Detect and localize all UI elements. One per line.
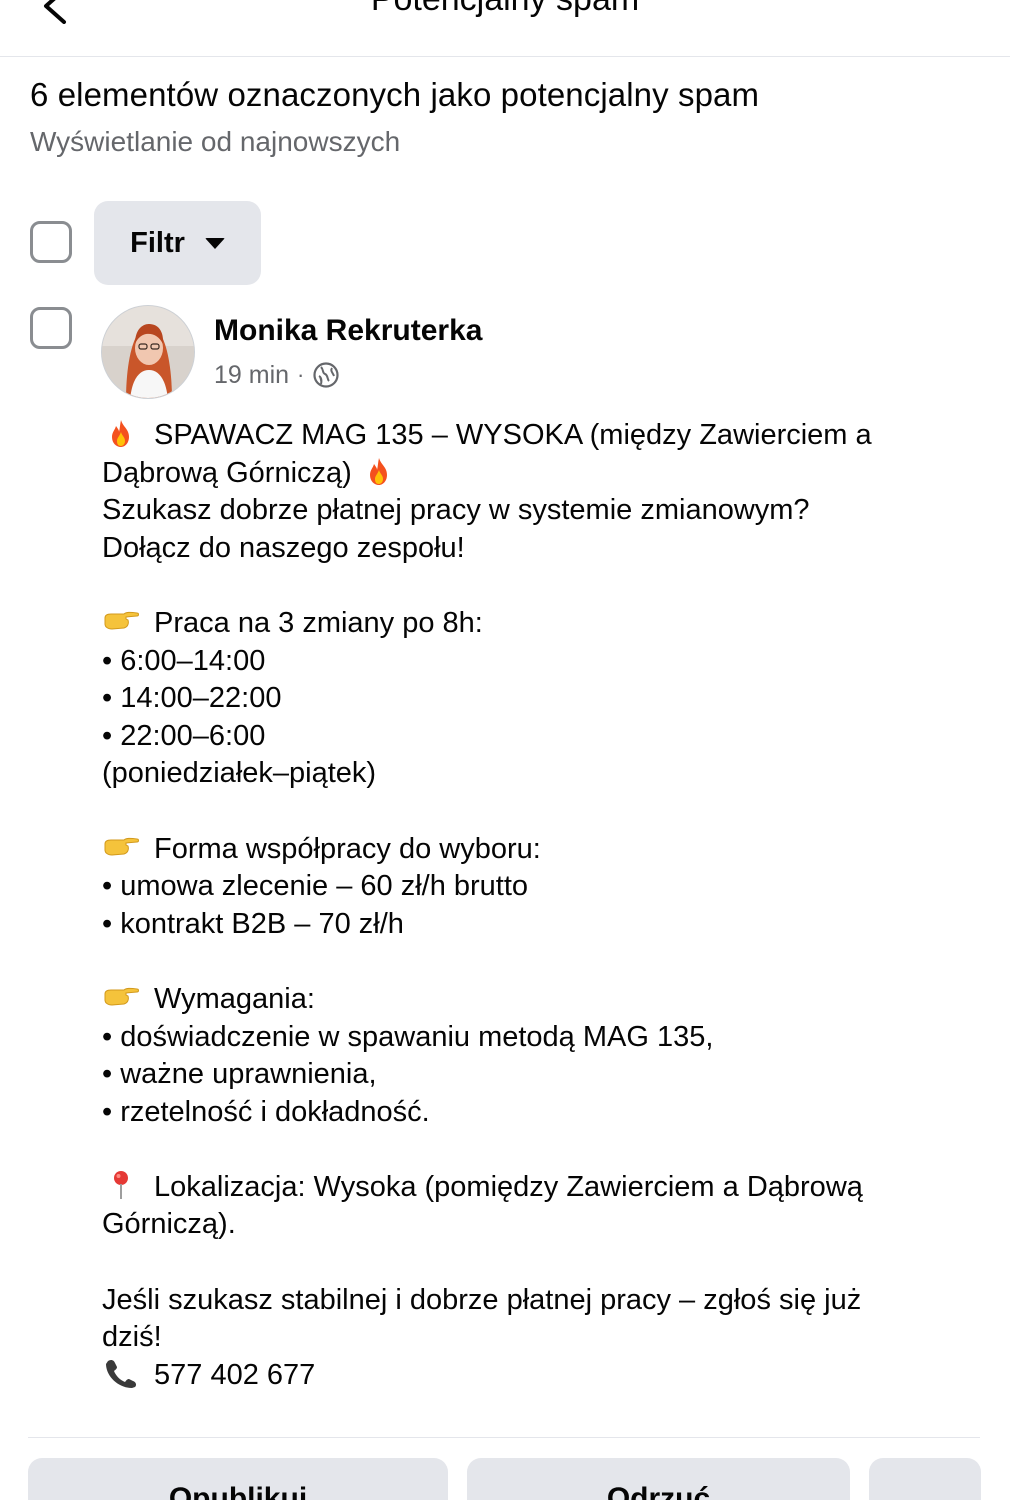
page-title: 6 elementów oznaczonych jako potencjalny… — [30, 76, 760, 113]
post-line-text: SPAWACZ MAG 135 – WYSOKA (między Zawierc… — [154, 419, 872, 451]
avatar[interactable] — [101, 305, 195, 399]
post-line: Górniczą). — [102, 1206, 962, 1244]
post-line-text: 577 402 677 — [154, 1358, 316, 1391]
post-line-text: (poniedziałek–piątek) — [102, 757, 377, 790]
phone-emoji-icon — [102, 1358, 140, 1388]
spam-review-page: Potencjalny spam 6 elementów oznaczonych… — [0, 0, 1010, 1500]
post-time[interactable]: 19 min — [214, 361, 289, 390]
meta-separator: · — [297, 362, 305, 387]
post-select-checkbox[interactable] — [30, 307, 72, 349]
post-line-text: Dołącz do naszego zespołu! — [102, 531, 465, 564]
post-line: Jeśli szukasz stabilnej i dobrze płatnej… — [102, 1282, 962, 1320]
post-line: Dołącz do naszego zespołu! — [102, 530, 962, 568]
post-line: • rzetelność i dokładność. — [102, 1094, 962, 1132]
post-line-text: Dąbrową Górniczą) — [102, 456, 360, 489]
post-line-text: Forma współpracy do wyboru: — [154, 832, 541, 865]
post-line: SPAWACZ MAG 135 – WYSOKA (między Zawierc… — [102, 417, 962, 455]
post-line — [102, 943, 962, 981]
point-right-emoji-icon — [102, 832, 140, 862]
select-all-checkbox[interactable] — [30, 221, 72, 263]
post-line-text: • kontrakt B2B – 70 zł/h — [102, 907, 404, 940]
more-label: ... — [912, 1482, 938, 1500]
globe-icon — [313, 362, 339, 388]
post-line-text: dziś! — [102, 1321, 162, 1354]
nav-bar: Potencjalny spam — [0, 0, 1010, 57]
post-line: dziś! — [102, 1319, 962, 1357]
point-right-emoji-icon — [102, 606, 140, 636]
post-line-text: Jeśli szukasz stabilnej i dobrze płatnej… — [102, 1283, 862, 1316]
post-line: Dąbrową Górniczą) — [102, 455, 962, 493]
post-line: • 14:00–22:00 — [102, 680, 962, 718]
post-line — [102, 1131, 962, 1169]
more-options-button[interactable]: ... — [869, 1458, 981, 1500]
post-line: Lokalizacja: Wysoka (pomiędzy Zawierciem… — [102, 1169, 962, 1207]
post-line-text: Lokalizacja: Wysoka (pomiędzy Zawierciem… — [154, 1170, 863, 1203]
filter-button[interactable]: Filtr — [94, 201, 261, 285]
post-line-text: • 6:00–14:00 — [102, 644, 266, 677]
post-line-text: • ważne uprawnienia, — [102, 1058, 377, 1091]
post-line — [102, 793, 962, 831]
post-line-text: • 14:00–22:00 — [102, 682, 282, 715]
post-line-text: • umowa zlecenie – 60 zł/h brutto — [102, 870, 529, 903]
post-line: Forma współpracy do wyboru: — [102, 831, 962, 869]
sort-description: Wyświetlanie od najnowszych — [30, 126, 401, 157]
nav-title: Potencjalny spam — [0, 0, 1010, 19]
post-line-text: • 22:00–6:00 — [102, 719, 266, 752]
post-text: SPAWACZ MAG 135 – WYSOKA (między Zawierc… — [102, 417, 962, 1394]
divider — [28, 1437, 980, 1438]
caret-down-icon — [204, 237, 225, 249]
post-line: • ważne uprawnienia, — [102, 1056, 962, 1094]
post-line: • 6:00–14:00 — [102, 643, 962, 681]
post-line-text: Praca na 3 zmiany po 8h: — [154, 606, 483, 639]
post-line: 577 402 677 — [102, 1357, 962, 1395]
avatar-image — [102, 306, 194, 398]
reject-label: Odrzuć — [606, 1482, 711, 1500]
post-line: Szukasz dobrze płatnej pracy w systemie … — [102, 492, 962, 530]
post-line: • 22:00–6:00 — [102, 718, 962, 756]
post-line — [102, 567, 962, 605]
post-line-text: Wymagania: — [154, 982, 315, 1015]
publish-button[interactable]: Opublikuj — [28, 1458, 448, 1500]
post-line — [102, 1244, 962, 1282]
pin-emoji-icon — [102, 1170, 140, 1200]
post-line: • kontrakt B2B – 70 zł/h — [102, 906, 962, 944]
post-line: Praca na 3 zmiany po 8h: — [102, 605, 962, 643]
point-right-emoji-icon — [102, 982, 140, 1012]
post-line-text: • doświadczenie w spawaniu metodą MAG 13… — [102, 1020, 714, 1053]
publish-label: Opublikuj — [168, 1482, 308, 1500]
post-meta: 19 min · — [214, 358, 340, 392]
author-name[interactable]: Monika Rekruterka — [214, 314, 482, 348]
post-line-text: • rzetelność i dokładność. — [102, 1095, 430, 1128]
post-line: Wymagania: — [102, 981, 962, 1019]
post-line: • doświadczenie w spawaniu metodą MAG 13… — [102, 1019, 962, 1057]
filter-label: Filtr — [130, 226, 185, 259]
post-line-text: Górniczą). — [102, 1208, 236, 1241]
reject-button[interactable]: Odrzuć — [467, 1458, 850, 1500]
post-line-text: Szukasz dobrze płatnej pracy w systemie … — [102, 494, 810, 527]
fire-emoji-icon — [360, 456, 398, 486]
fire-emoji-icon — [102, 418, 140, 448]
post-line: • umowa zlecenie – 60 zł/h brutto — [102, 868, 962, 906]
post-line: (poniedziałek–piątek) — [102, 755, 962, 793]
